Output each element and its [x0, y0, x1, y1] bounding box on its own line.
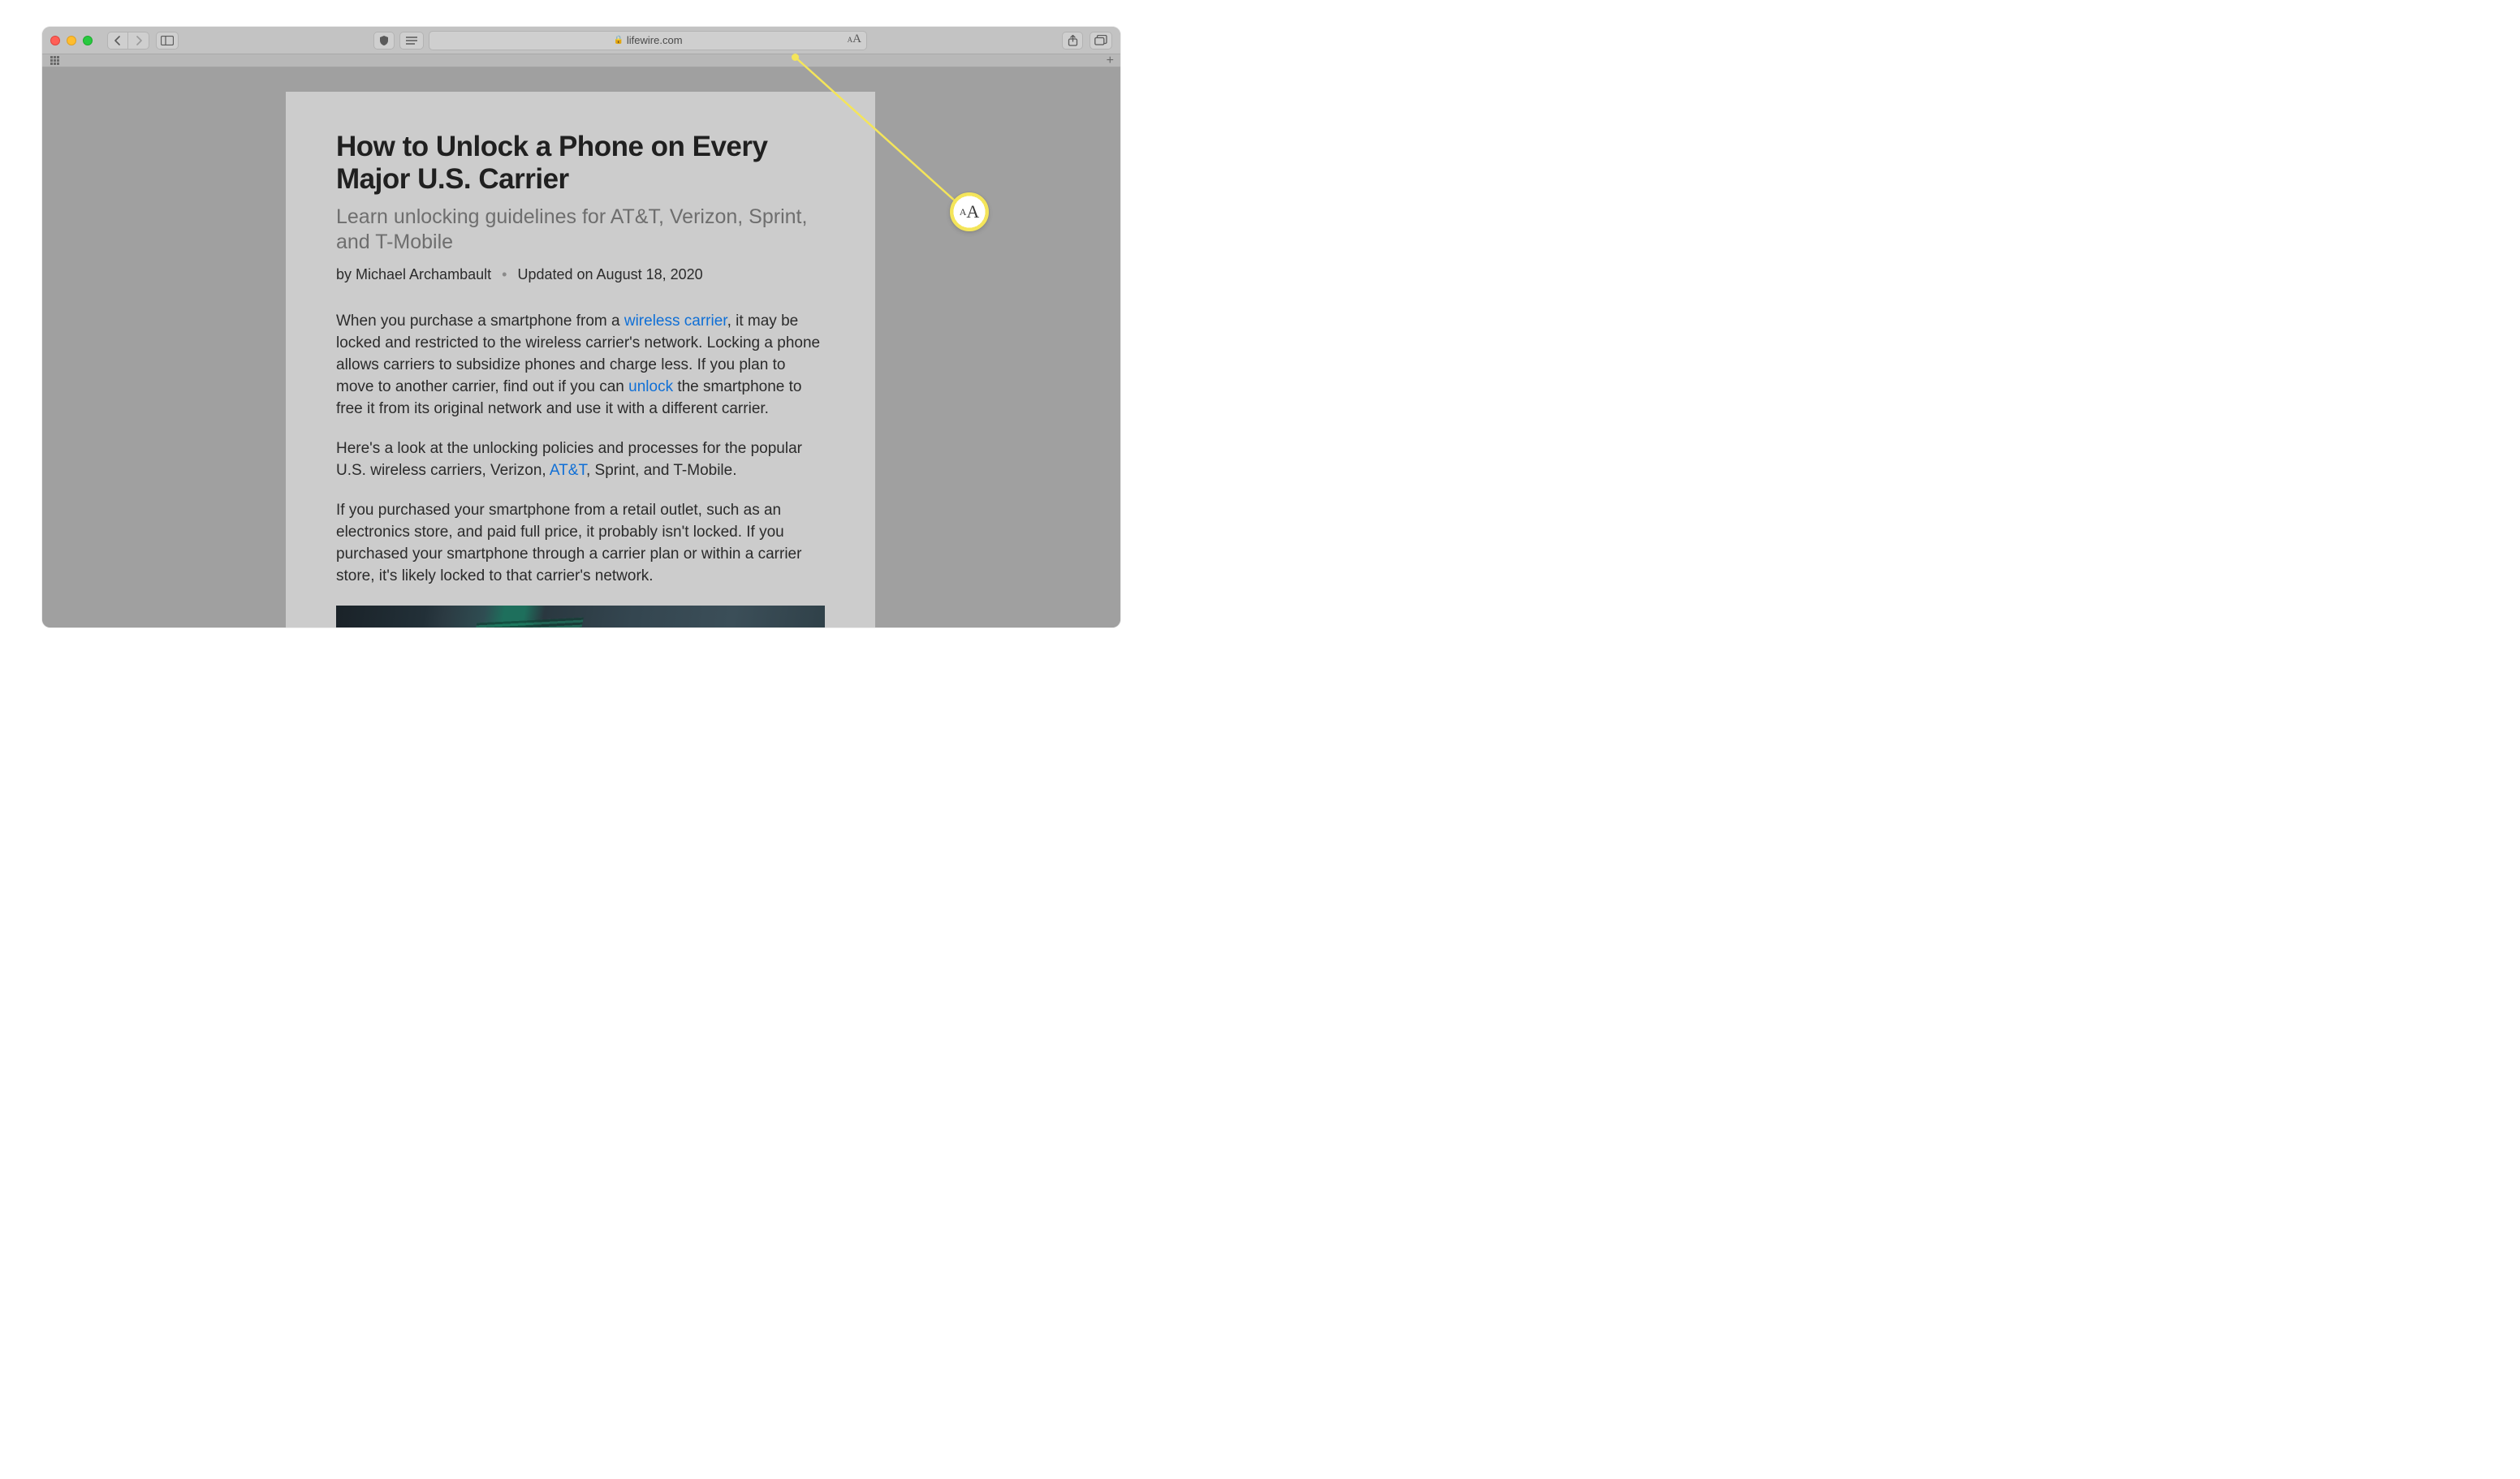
annotation-magnifier: AA	[950, 192, 989, 231]
annotation-anchor-dot	[792, 54, 799, 61]
article-subtitle: Learn unlocking guidelines for AT&T, Ver…	[336, 205, 825, 256]
link-wireless-carrier[interactable]: wireless carrier	[624, 313, 727, 330]
back-button[interactable]	[107, 32, 128, 50]
link-att[interactable]: AT&T	[550, 462, 586, 479]
privacy-report-button[interactable]	[373, 32, 395, 50]
share-button[interactable]	[1062, 32, 1083, 50]
minimize-window-button[interactable]	[67, 36, 76, 45]
new-tab-button[interactable]: +	[1107, 54, 1114, 68]
favorites-bar: +	[42, 54, 1120, 67]
toolbar: 🔒 lifewire.com AA	[42, 27, 1120, 54]
show-favorites-grid-button[interactable]	[50, 56, 59, 65]
article-title: How to Unlock a Phone on Every Major U.S…	[336, 131, 825, 196]
sidebar-icon	[161, 36, 174, 45]
text-size-button[interactable]: AA	[848, 33, 861, 45]
article-author: Michael Archambault	[356, 266, 491, 282]
nav-group	[107, 32, 149, 50]
updated-date: August 18, 2020	[597, 266, 703, 282]
byline-prefix: by	[336, 266, 356, 282]
close-window-button[interactable]	[50, 36, 60, 45]
chevron-right-icon	[135, 36, 143, 45]
tabs-icon	[1094, 35, 1107, 45]
annotation-small-a: A	[960, 206, 967, 218]
address-bar-domain: lifewire.com	[627, 34, 683, 46]
address-bar[interactable]: 🔒 lifewire.com AA	[429, 31, 867, 50]
fullscreen-window-button[interactable]	[83, 36, 93, 45]
text-size-big-a: A	[852, 32, 861, 45]
link-unlock[interactable]: unlock	[628, 378, 673, 395]
article-paragraph: If you purchased your smartphone from a …	[336, 500, 825, 588]
article-byline: by Michael Archambault • Updated on Augu…	[336, 266, 825, 283]
reader-view-button[interactable]	[399, 32, 424, 50]
safari-window: 🔒 lifewire.com AA	[42, 27, 1120, 627]
forward-button[interactable]	[128, 32, 149, 50]
toolbar-center: 🔒 lifewire.com AA	[373, 31, 867, 50]
article-paragraph: When you purchase a smartphone from a wi…	[336, 311, 825, 420]
byline-separator: •	[502, 266, 507, 282]
window-controls	[50, 36, 93, 45]
article-paragraph: Here's a look at the unlocking policies …	[336, 438, 825, 482]
page-viewport: How to Unlock a Phone on Every Major U.S…	[42, 67, 1120, 627]
sidebar-toggle-button[interactable]	[156, 32, 179, 50]
reader-lines-icon	[405, 36, 418, 45]
article-hero-image	[336, 606, 825, 627]
shield-icon	[378, 35, 390, 46]
lock-icon: 🔒	[613, 36, 623, 45]
reader-article: How to Unlock a Phone on Every Major U.S…	[286, 92, 875, 627]
show-all-tabs-button[interactable]	[1090, 32, 1112, 50]
chevron-left-icon	[114, 36, 122, 45]
share-icon	[1068, 35, 1078, 46]
annotation-big-a: A	[966, 201, 979, 222]
updated-prefix: Updated on	[517, 266, 596, 282]
